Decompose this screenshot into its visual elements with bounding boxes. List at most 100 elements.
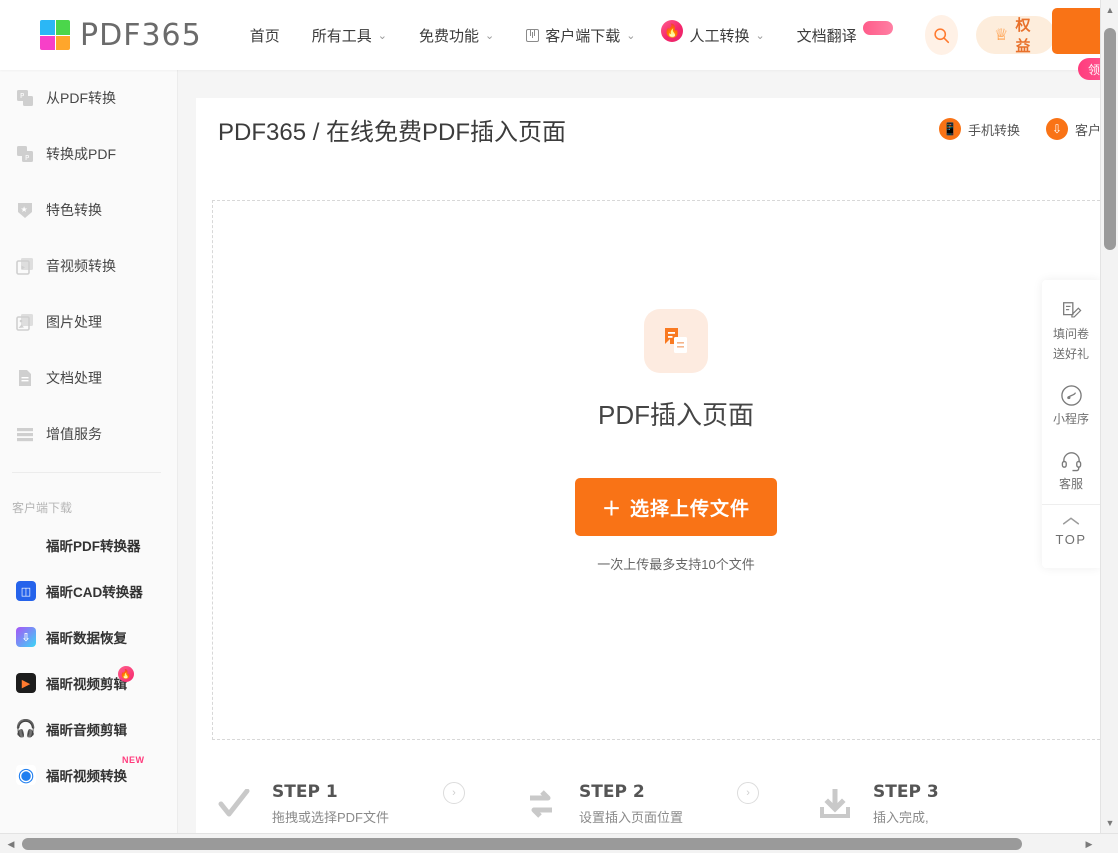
float-label-line2: 送好礼: [1052, 347, 1089, 361]
sidebar-app-video-edit[interactable]: ▶ 福昕视频剪辑 🔥: [0, 660, 177, 706]
orange-cta-button[interactable]: [1052, 8, 1100, 54]
sidebar-item-label: 图片处理: [46, 314, 102, 330]
sidebar-app-video-convert[interactable]: ◉ 福昕视频转换 NEW: [0, 752, 177, 798]
step-number: STEP 1: [272, 782, 338, 802]
header-actions: 📱 手机转换 ⇩ 客户端下载: [938, 118, 1100, 140]
vertical-scrollbar-thumb[interactable]: [1104, 28, 1116, 250]
chevron-down-icon: ⌄: [484, 29, 495, 42]
page-title: PDF365 / 在线免费PDF插入页面: [218, 118, 567, 146]
step-arrow-icon: ›: [737, 782, 760, 804]
step-number: STEP 3: [873, 782, 939, 802]
search-button[interactable]: [924, 15, 959, 55]
scroll-down-arrow-icon[interactable]: ▼: [1101, 815, 1118, 831]
floating-action-bar: 填问卷 送好礼 小程序 客服 TOP: [1042, 280, 1100, 569]
nav-item-all-tools[interactable]: 所有工具 ⌄: [312, 25, 387, 46]
pdf-insert-page-icon: [644, 309, 708, 373]
check-icon: [212, 789, 256, 819]
headset-icon: [1061, 452, 1081, 472]
sidebar-app-cad-converter[interactable]: ◫ 福昕CAD转换器: [0, 568, 177, 614]
step-3: STEP 3 插入完成,: [813, 782, 939, 826]
sidebar-item-label: 从PDF转换: [46, 90, 116, 106]
sidebar-app-data-recovery[interactable]: ⇩ 福昕数据恢复: [0, 614, 177, 660]
star-shield-icon: ★: [16, 201, 34, 219]
scroll-right-arrow-icon[interactable]: ▶: [1080, 834, 1098, 853]
float-item-miniprogram[interactable]: 小程序: [1042, 374, 1100, 439]
file-drop-zone[interactable]: PDF插入页面 ＋ 选择上传文件 一次上传最多支持10个文件: [212, 200, 1100, 740]
sidebar-item-label: 转换成PDF: [46, 146, 116, 162]
vip-benefits-button[interactable]: ♕ 权益: [976, 16, 1056, 55]
float-label-line1: 小程序: [1052, 412, 1089, 426]
plus-icon: ＋: [601, 498, 622, 520]
float-item-support[interactable]: 客服: [1042, 439, 1100, 504]
sidebar-app-label: 福昕CAD转换器: [46, 585, 143, 600]
svg-text:P: P: [25, 154, 29, 162]
scroll-up-arrow-icon[interactable]: ▲: [1101, 2, 1118, 18]
step-1: STEP 1 拖拽或选择PDF文件: [212, 782, 389, 826]
sidebar-item-image[interactable]: 图片处理: [0, 294, 177, 350]
sidebar-item-media[interactable]: 音视频转换: [0, 238, 177, 294]
nav-item-free-features[interactable]: 免费功能 ⌄: [419, 25, 494, 46]
audio-edit-icon: 🎧: [16, 719, 36, 738]
promo-badge: [862, 21, 893, 35]
video-convert-icon: ◉: [16, 765, 36, 785]
main-content: PDF365 / 在线免费PDF插入页面 📱 手机转换 ⇩ 客户端下载: [178, 70, 1100, 833]
dropzone-hint: 一次上传最多支持10个文件: [597, 557, 755, 572]
sidebar-item-featured[interactable]: ★ 特色转换: [0, 182, 177, 238]
cad-icon: ◫: [16, 581, 36, 601]
brand-logo[interactable]: PDF365: [40, 18, 202, 53]
miniprogram-icon: [1060, 385, 1082, 406]
crown-icon: ♕: [994, 27, 1009, 44]
sidebar-app-pdf-converter[interactable]: 福昕PDF转换器: [0, 522, 177, 568]
browser-page: PDF365 首页 所有工具 ⌄ 免费功能 ⌄ 客户端下载 ⌄ 🔥 人工转换 ⌄…: [0, 0, 1118, 853]
mobile-convert-action[interactable]: 📱 手机转换: [938, 118, 1020, 140]
client-download-action[interactable]: ⇩ 客户端下载: [1045, 118, 1100, 140]
sidebar-app-label: 福昕视频转换: [46, 769, 127, 784]
search-icon: [934, 27, 949, 43]
float-item-back-to-top[interactable]: TOP: [1042, 504, 1100, 560]
step-description: 设置插入页面位置: [579, 810, 684, 826]
chevron-down-icon: ⌄: [755, 29, 765, 42]
step-description: 拖拽或选择PDF文件: [272, 810, 390, 826]
horizontal-scrollbar[interactable]: ◀ ▶: [0, 833, 1118, 853]
scroll-left-arrow-icon[interactable]: ◀: [2, 834, 20, 853]
nav-label: 首页: [249, 27, 280, 45]
sidebar-item-to-pdf[interactable]: P 转换成PDF: [0, 126, 177, 182]
step-arrow-icon: ›: [443, 782, 466, 804]
sidebar-app-audio-edit[interactable]: 🎧 福昕音频剪辑: [0, 706, 177, 752]
vertical-scrollbar[interactable]: ▲ ▼: [1100, 0, 1118, 833]
flame-badge-icon: 🔥: [118, 666, 134, 682]
sidebar-item-value-added[interactable]: 增值服务: [0, 406, 177, 462]
nav-label: 所有工具: [311, 27, 372, 45]
sidebar-item-label: 特色转换: [46, 202, 102, 218]
image-icon: [16, 313, 34, 331]
vip-label: 权益: [1015, 17, 1031, 55]
swap-icon: [519, 789, 563, 819]
sidebar-item-document[interactable]: 文档处理: [0, 350, 177, 406]
steps-bar: STEP 1 拖拽或选择PDF文件 › STEP 2 设置插入页面位置 › ST…: [212, 764, 1100, 833]
sidebar-downloads-heading: 客户端下载: [12, 501, 73, 515]
nav-items: 首页 所有工具 ⌄ 免费功能 ⌄ 客户端下载 ⌄ 🔥 人工转换 ⌄ 文档翻译: [250, 20, 925, 46]
chevron-down-icon: ⌄: [626, 29, 636, 42]
action-label: 手机转换: [967, 122, 1020, 138]
nav-label: 免费功能: [418, 27, 479, 45]
nav-item-doc-translate[interactable]: 文档翻译: [797, 21, 893, 46]
nav-item-manual-conversion[interactable]: 🔥 人工转换 ⌄: [661, 20, 765, 46]
download-icon: ⇩: [1045, 118, 1068, 140]
step-2: STEP 2 设置插入页面位置: [519, 782, 683, 826]
nav-item-client-download[interactable]: 客户端下载 ⌄: [526, 25, 635, 46]
sidebar-app-label: 福昕数据恢复: [46, 631, 127, 646]
sidebar-item-from-pdf[interactable]: P 从PDF转换: [0, 70, 177, 126]
pdf-insert-page-glyph: [665, 328, 687, 353]
svg-text:★: ★: [21, 205, 28, 214]
video-edit-icon: ▶: [16, 673, 36, 693]
dropzone-title: PDF插入页面: [597, 400, 754, 430]
sidebar-item-label: 增值服务: [46, 426, 102, 442]
four-square-logo-icon: [40, 20, 70, 50]
select-upload-file-button[interactable]: ＋ 选择上传文件: [575, 478, 777, 536]
step-description: 插入完成,: [873, 810, 929, 826]
horizontal-scrollbar-thumb[interactable]: [22, 838, 1022, 850]
top-navigation-bar: PDF365 首页 所有工具 ⌄ 免费功能 ⌄ 客户端下载 ⌄ 🔥 人工转换 ⌄…: [0, 0, 1100, 70]
flame-icon: 🔥: [661, 20, 684, 42]
nav-item-home[interactable]: 首页: [250, 25, 280, 46]
float-item-survey[interactable]: 填问卷 送好礼: [1042, 290, 1100, 374]
